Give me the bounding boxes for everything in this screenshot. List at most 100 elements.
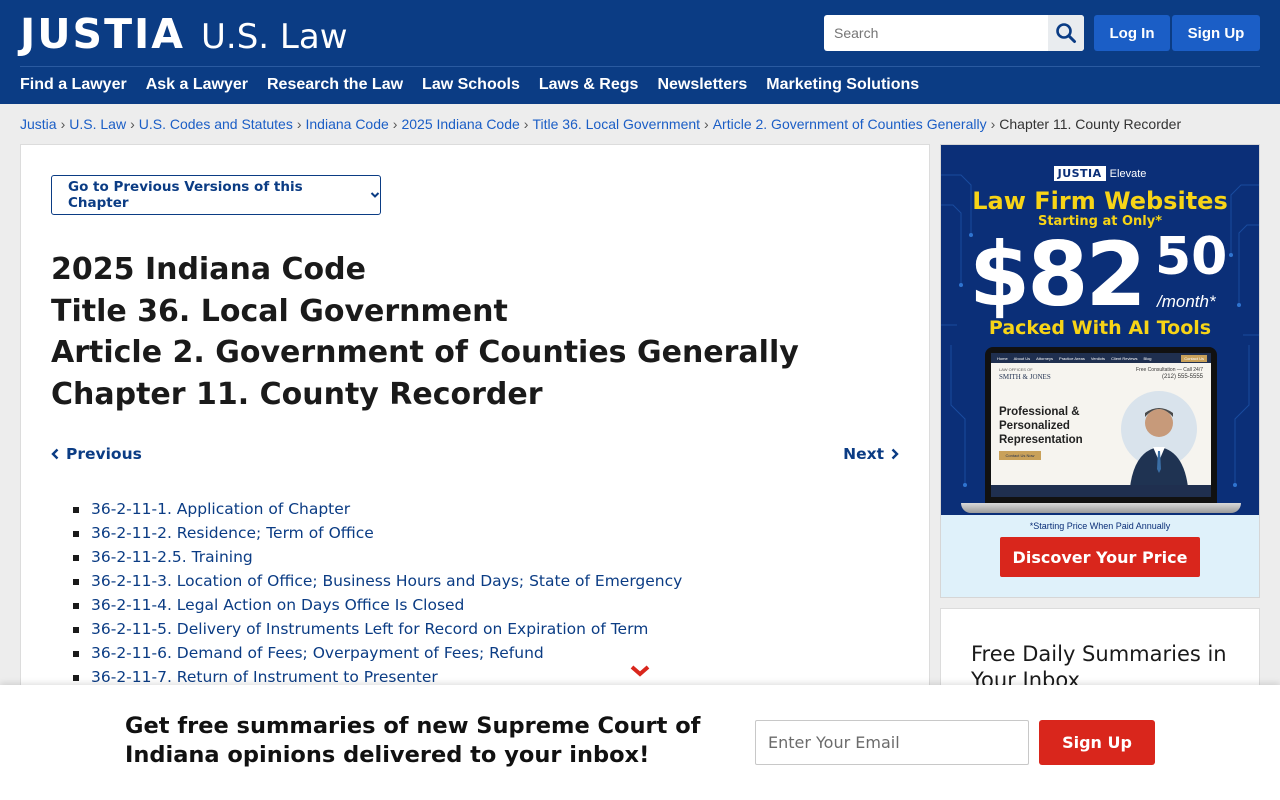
list-item: 36-2-11-6. Demand of Fees; Overpayment o… xyxy=(73,641,682,665)
ad-brand: JUSTIA Elevate xyxy=(941,166,1259,181)
breadcrumb-link[interactable]: U.S. Law xyxy=(69,116,126,132)
breadcrumb-current: Chapter 11. County Recorder xyxy=(999,116,1182,132)
mock-contact-button: Contact Us Now xyxy=(999,451,1041,460)
section-link[interactable]: 36-2-11-5. Delivery of Instruments Left … xyxy=(91,620,648,638)
mock-phone-label: Free Consultation — Call 24/7 xyxy=(1136,367,1203,373)
next-label: Next xyxy=(843,445,884,463)
list-item: 36-2-11-5. Delivery of Instruments Left … xyxy=(73,617,682,641)
mock-nav-item: Blog xyxy=(1143,355,1152,361)
breadcrumb-separator: › xyxy=(296,116,302,132)
breadcrumb-link[interactable]: U.S. Codes and Statutes xyxy=(139,116,293,132)
list-item: 36-2-11-2. Residence; Term of Office xyxy=(73,521,682,545)
breadcrumb-separator: › xyxy=(990,116,996,132)
discover-price-button[interactable]: Discover Your Price xyxy=(1000,537,1200,577)
ad-price: $82 xyxy=(969,223,1147,326)
mock-footer-bar xyxy=(991,485,1211,497)
breadcrumb-link[interactable]: Title 36. Local Government xyxy=(532,116,700,132)
mock-nav: Home About Us Attorneys Practice Areas V… xyxy=(991,353,1211,363)
laptop-base xyxy=(961,503,1241,513)
chevron-left-icon xyxy=(51,448,59,460)
mock-firm-prefix: LAW OFFICES OF xyxy=(999,367,1033,372)
mock-nav-item: Client Reviews xyxy=(1111,355,1138,361)
mock-nav-item: Practice Areas xyxy=(1059,355,1085,361)
mock-phone: (212) 555-5555 xyxy=(1161,374,1203,380)
list-item: 36-2-11-3. Location of Office; Business … xyxy=(73,569,682,593)
signup-button[interactable]: Sign Up xyxy=(1172,15,1260,51)
nav-research-the-law[interactable]: Research the Law xyxy=(267,76,403,94)
breadcrumb-link[interactable]: 2025 Indiana Code xyxy=(401,116,519,132)
email-field[interactable] xyxy=(755,720,1029,765)
mock-nav-item: Home xyxy=(997,355,1008,361)
chevron-right-icon xyxy=(891,448,899,460)
title-chapter: Chapter 11. County Recorder xyxy=(51,376,543,412)
section-link[interactable]: 36-2-11-2. Residence; Term of Office xyxy=(91,524,374,542)
search-icon xyxy=(1056,23,1076,43)
newsletter-promo-line: Indiana opinions delivered to your inbox… xyxy=(125,742,650,768)
mock-firm-name: SMITH & JONES xyxy=(999,373,1051,381)
ad-per-month: /month* xyxy=(1157,292,1216,311)
search-box xyxy=(824,15,1084,51)
breadcrumb-separator: › xyxy=(704,116,709,132)
mock-website: Home About Us Attorneys Practice Areas V… xyxy=(991,353,1211,497)
list-item: 36-2-11-2.5. Training xyxy=(73,545,682,569)
newsletter-signup-button[interactable]: Sign Up xyxy=(1039,720,1155,765)
main-content: Go to Previous Versions of this Chapter … xyxy=(20,144,930,704)
mock-nav-item: About Us xyxy=(1013,355,1031,361)
previous-label: Previous xyxy=(66,445,142,463)
ad-brand-logo: JUSTIA xyxy=(1053,166,1106,181)
section-link[interactable]: 36-2-11-7. Return of Instrument to Prese… xyxy=(91,668,438,686)
nav-divider xyxy=(20,66,1260,67)
mock-nav-item: Verdicts xyxy=(1090,355,1106,361)
attorney-photo xyxy=(1121,391,1197,497)
ad-headline: Law Firm Websites xyxy=(972,187,1228,215)
chevron-down-icon[interactable] xyxy=(630,664,650,678)
section-link[interactable]: 36-2-11-3. Location of Office; Business … xyxy=(91,572,682,590)
nav-ask-a-lawyer[interactable]: Ask a Lawyer xyxy=(146,76,248,94)
newsletter-promo-line: Get free summaries of new Supreme Court … xyxy=(125,713,701,739)
search-button[interactable] xyxy=(1048,15,1084,51)
section-link[interactable]: 36-2-11-1. Application of Chapter xyxy=(91,500,350,518)
previous-versions-dropdown[interactable]: Go to Previous Versions of this Chapter xyxy=(51,175,381,215)
title-title: Title 36. Local Government xyxy=(51,293,508,329)
next-link[interactable]: Next xyxy=(843,445,899,463)
mock-nav-item: Attorneys xyxy=(1036,355,1054,361)
login-button[interactable]: Log In xyxy=(1094,15,1170,51)
sidebar-ad[interactable]: JUSTIA Elevate Law Firm Websites Starting… xyxy=(940,144,1260,598)
breadcrumb-link[interactable]: Article 2. Government of Counties Genera… xyxy=(713,116,987,132)
nav-find-a-lawyer[interactable]: Find a Lawyer xyxy=(20,76,127,94)
previous-link[interactable]: Previous xyxy=(51,445,142,463)
ad-fine-print: *Starting Price When Paid Annually xyxy=(1029,521,1171,531)
list-item: 36-2-11-4. Legal Action on Days Office I… xyxy=(73,593,682,617)
logo-subtitle: U.S. Law xyxy=(201,17,348,57)
nav-marketing-solutions[interactable]: Marketing Solutions xyxy=(766,76,919,94)
section-link[interactable]: 36-2-11-6. Demand of Fees; Overpayment o… xyxy=(91,644,544,662)
breadcrumb: Justia › U.S. Law › U.S. Codes and Statutes ›… xyxy=(20,116,1181,132)
nav-laws-regs[interactable]: Laws & Regs xyxy=(539,76,639,94)
breadcrumb-link[interactable]: Indiana Code xyxy=(306,116,389,132)
mock-tagline: Professional & Personalized Representati… xyxy=(999,406,1083,446)
title-code: 2025 Indiana Code xyxy=(51,252,366,287)
main-nav: Find a Lawyer Ask a Lawyer Research the … xyxy=(20,76,938,94)
ad-brand-sub: Elevate xyxy=(1109,168,1147,180)
breadcrumb-separator: › xyxy=(392,116,398,132)
laptop-mockup: Home About Us Attorneys Practice Areas V… xyxy=(985,347,1217,503)
mock-nav-item: Contact Us xyxy=(1181,354,1207,362)
ad-tagline: Packed With AI Tools xyxy=(988,317,1212,339)
section-link[interactable]: 36-2-11-4. Legal Action on Days Office I… xyxy=(91,596,464,614)
section-list: 36-2-11-1. Application of Chapter 36-2-1… xyxy=(73,497,682,689)
breadcrumb-separator: › xyxy=(130,116,135,132)
site-header: JUSTIA U.S. Law Log In Sign Up Find a La… xyxy=(0,0,1280,104)
list-item: 36-2-11-1. Application of Chapter xyxy=(73,497,682,521)
breadcrumb-link[interactable]: Justia xyxy=(20,116,57,132)
justia-logo[interactable]: JUSTIA U.S. Law xyxy=(20,10,348,58)
title-article: Article 2. Government of Counties Genera… xyxy=(51,335,799,370)
previous-versions-label: Go to Previous Versions of this Chapter xyxy=(68,179,303,211)
nav-law-schools[interactable]: Law Schools xyxy=(422,76,520,94)
page-title: 2025 Indiana Code Title 36. Local Govern… xyxy=(51,249,799,415)
ad-price-cents: 50 xyxy=(1155,227,1228,287)
breadcrumb-separator: › xyxy=(523,116,529,132)
logo-text: JUSTIA xyxy=(20,10,186,58)
nav-newsletters[interactable]: Newsletters xyxy=(657,76,747,94)
section-link[interactable]: 36-2-11-2.5. Training xyxy=(91,548,253,566)
search-input[interactable] xyxy=(824,15,1048,51)
